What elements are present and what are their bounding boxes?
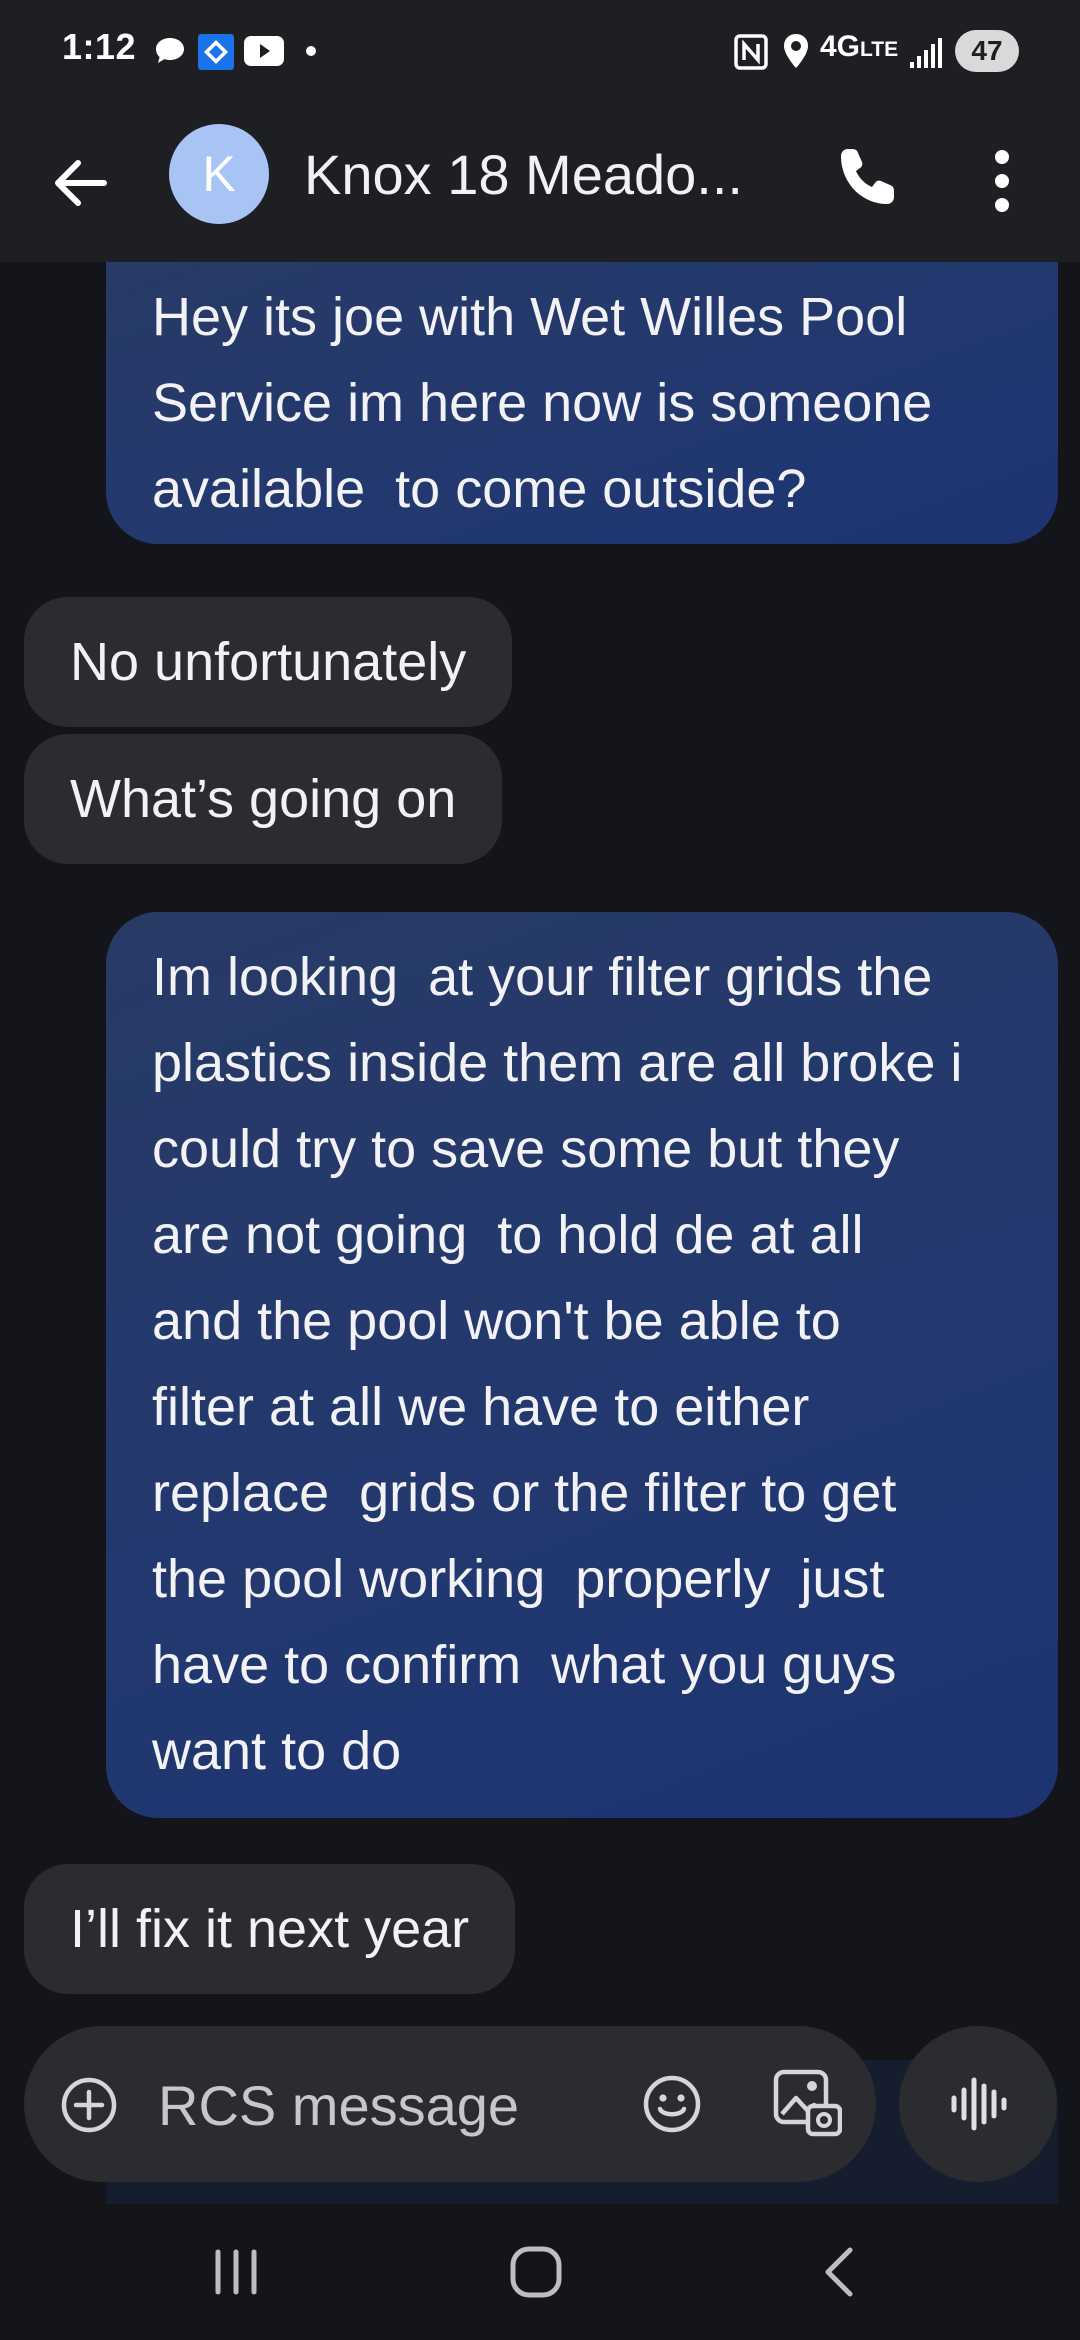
system-nav-bar xyxy=(0,2204,1080,2340)
message-composer xyxy=(24,2026,876,2182)
battery-indicator: 47 xyxy=(955,30,1019,72)
message-text-line: and the pool won't be able to xyxy=(152,1291,841,1351)
outgoing-message-bubble[interactable]: Im looking at your filter grids the plast… xyxy=(106,912,1058,1818)
message-input[interactable] xyxy=(158,2070,598,2140)
network-type: 4G xyxy=(820,30,861,63)
network-subtype: LTE xyxy=(860,38,899,61)
recents-icon[interactable] xyxy=(206,2244,266,2300)
incoming-message-bubble[interactable]: No unfortunately xyxy=(24,597,513,727)
home-icon[interactable] xyxy=(508,2244,564,2300)
incoming-message-bubble[interactable]: I’ll fix it next year xyxy=(24,1864,516,1994)
contact-name[interactable]: Knox 18 Meado... xyxy=(304,142,774,207)
message-text-line: have to confirm what you guys xyxy=(152,1635,897,1695)
app-notification-icon xyxy=(198,34,234,70)
more-vert-icon[interactable] xyxy=(970,141,1034,221)
gallery-icon[interactable] xyxy=(772,2068,842,2138)
app-bar: K Knox 18 Meado... xyxy=(0,104,1080,262)
voice-message-button[interactable] xyxy=(899,2026,1057,2182)
nav-back-icon[interactable] xyxy=(818,2244,862,2300)
youtube-notification-icon xyxy=(244,36,284,66)
message-text-line: No unfortunately xyxy=(70,632,467,692)
message-text-line: Service im here now is someone xyxy=(152,373,933,433)
message-text-line: plastics inside them are all broke i xyxy=(152,1033,963,1093)
phone-icon[interactable] xyxy=(832,141,904,213)
incoming-message-bubble[interactable]: What’s going on xyxy=(24,734,503,864)
message-text-line: Hey its joe with Wet Willes Pool xyxy=(152,287,908,347)
more-notifications-dot-icon xyxy=(306,46,316,56)
signal-icon xyxy=(910,38,942,68)
message-text-line: the pool working properly just xyxy=(152,1549,885,1609)
voice-waveform-icon xyxy=(951,2077,1007,2131)
message-text-line: I’ll fix it next year xyxy=(70,1899,470,1959)
status-time: 1:12 xyxy=(62,26,137,67)
status-bar: 1:12 4GLTE 47 xyxy=(0,0,1080,104)
message-text-line: could try to save some but they xyxy=(152,1119,900,1179)
avatar[interactable]: K xyxy=(169,124,269,224)
message-text-line: available to come outside? xyxy=(152,459,807,519)
outgoing-message-bubble[interactable]: Hey its joe with Wet Willes Pool Service … xyxy=(106,262,1058,544)
message-text-line: replace grids or the filter to get xyxy=(152,1463,897,1523)
message-text-line: filter at all we have to either xyxy=(152,1377,810,1437)
message-text-line: Im looking at your filter grids the xyxy=(152,947,933,1007)
message-text-line: want to do xyxy=(152,1721,402,1781)
message-text-line: What’s going on xyxy=(70,769,457,829)
chat-notification-icon xyxy=(156,38,184,63)
emoji-icon[interactable] xyxy=(642,2074,702,2134)
message-text-line: are not going to hold de at all xyxy=(152,1205,864,1265)
back-arrow-icon[interactable] xyxy=(46,149,114,217)
nfc-icon xyxy=(734,34,768,70)
message-thread: Hey its joe with Wet Willes Pool Service … xyxy=(0,262,1080,2032)
add-circle-icon[interactable] xyxy=(60,2076,118,2134)
location-icon xyxy=(784,34,808,68)
network-indicator: 4GLTE xyxy=(820,30,898,64)
